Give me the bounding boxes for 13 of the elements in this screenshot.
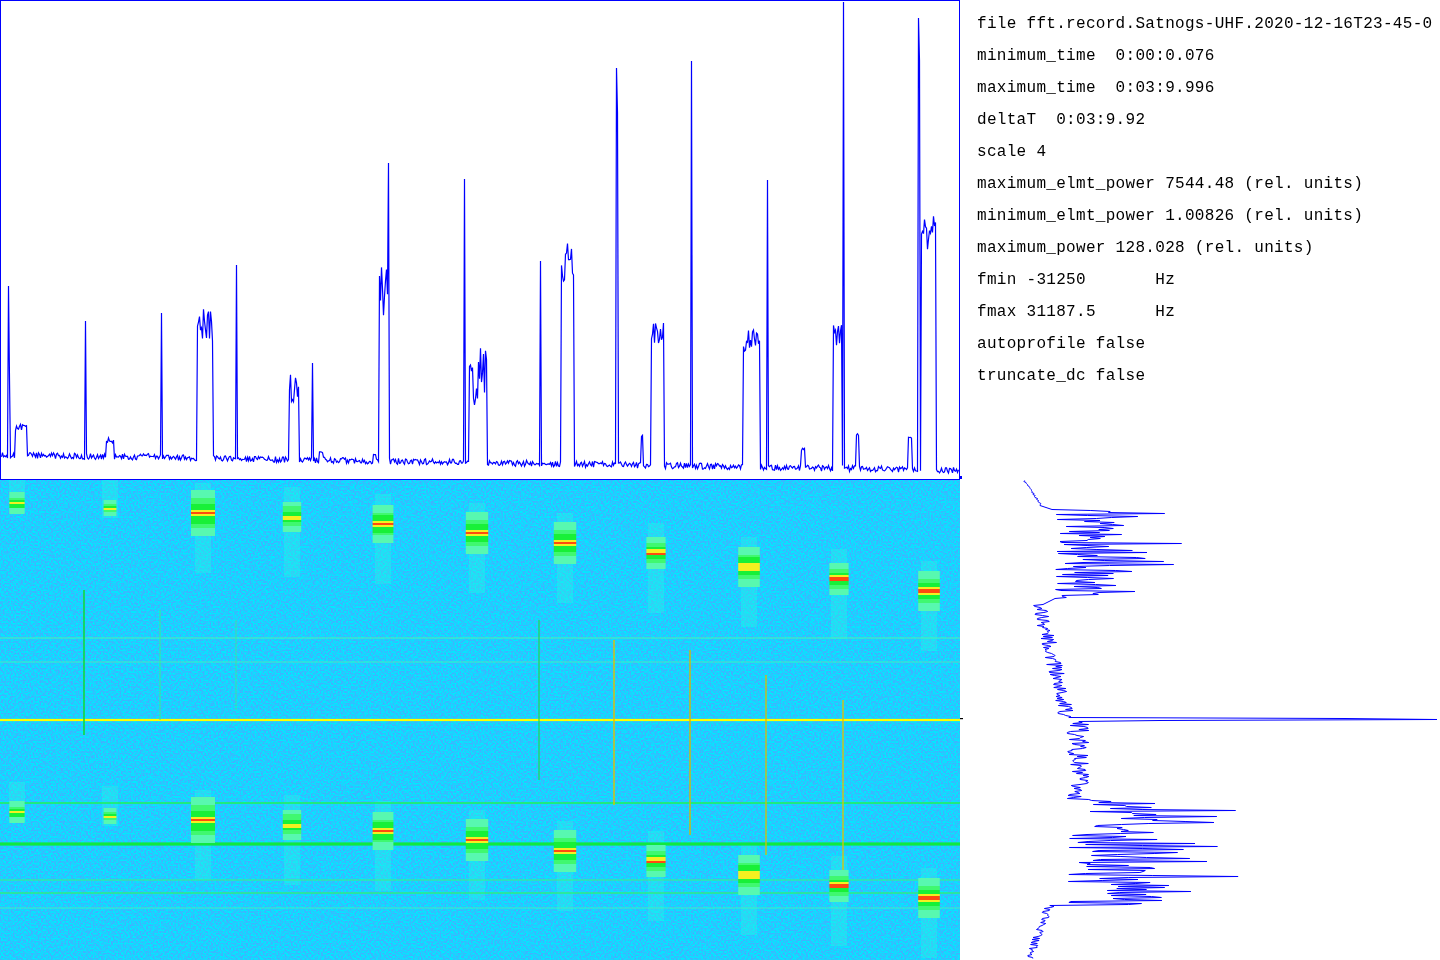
tick-mark [960,718,963,720]
parameter-line: truncate_dc false [977,366,1146,387]
parameter-line: fmax 31187.5 Hz [977,302,1176,323]
parameter-line: maximum_time 0:03:9.996 [977,78,1215,99]
parameter-line: maximum_elmt_power 7544.48 (rel. units) [977,174,1364,195]
parameter-line: fmin -31250 Hz [977,270,1176,291]
parameter-line: minimum_elmt_power 1.00826 (rel. units) [977,206,1364,227]
parameter-line: minimum_time 0:00:0.076 [977,46,1215,67]
parameter-line: maximum_power 128.028 (rel. units) [977,238,1314,259]
parameter-line: file fft.record.Satnogs-UHF.2020-12-16T23-45-0 [977,14,1433,35]
parameter-line: scale 4 [977,142,1047,163]
parameter-line: deltaT 0:03:9.92 [977,110,1146,131]
parameter-line: autoprofile false [977,334,1146,355]
